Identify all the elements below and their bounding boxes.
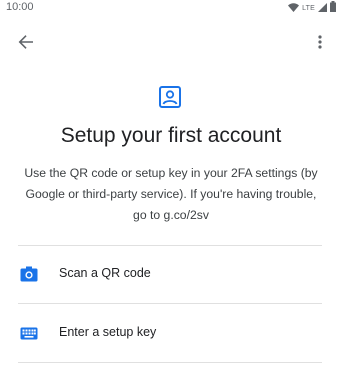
arrow-back-icon: [18, 34, 34, 55]
page-title: Setup your first account: [60, 124, 282, 147]
more-vert-icon: [318, 34, 322, 54]
network-type-label: LTE: [302, 4, 315, 12]
status-bar: 10:00 LTE: [0, 0, 342, 16]
scan-qr-code-label: Scan a QR code: [59, 266, 151, 280]
camera-icon: [20, 265, 38, 283]
scan-qr-code-option[interactable]: Scan a QR code: [18, 246, 322, 302]
wifi-icon: [288, 0, 300, 17]
enter-setup-key-option[interactable]: Enter a setup key: [18, 305, 322, 361]
instructions-text: Use the QR code or setup key in your 2FA…: [24, 166, 318, 222]
back-button[interactable]: [14, 32, 38, 56]
status-icons: LTE: [288, 0, 336, 17]
enter-setup-key-label: Enter a setup key: [59, 325, 157, 339]
divider: [18, 303, 322, 304]
status-time: 10:00: [6, 1, 34, 13]
battery-icon: [330, 0, 336, 17]
more-options-button[interactable]: [308, 32, 332, 56]
keyboard-icon: [20, 324, 38, 342]
lte-signal-icon: [318, 0, 327, 17]
divider: [18, 362, 322, 363]
account-box-icon: [158, 85, 182, 109]
app-bar: [0, 26, 342, 62]
